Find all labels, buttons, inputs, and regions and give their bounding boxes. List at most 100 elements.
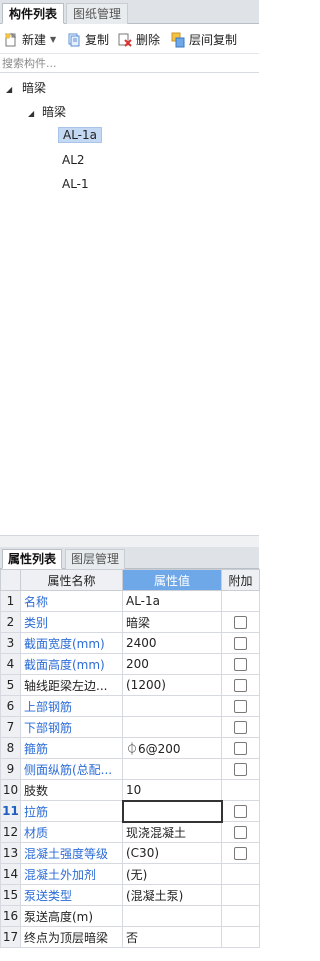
tab-drawing-management[interactable]: 图纸管理 <box>66 3 129 24</box>
delete-button[interactable]: 删除 <box>117 30 160 50</box>
additional-cell <box>221 674 260 696</box>
row-index: 2 <box>0 611 21 633</box>
tree-node-root[interactable]: ◢ 暗梁 <box>6 78 46 98</box>
floor-copy-icon <box>171 32 185 48</box>
property-value[interactable]: (C30) <box>122 842 222 864</box>
table-row[interactable]: 14 混凝土外加剂 (无) <box>0 863 260 885</box>
tree-leaf-item[interactable]: AL-1 <box>58 174 93 194</box>
table-row[interactable]: 16 泵送高度(m) <box>0 905 260 927</box>
additional-checkbox[interactable] <box>234 805 248 818</box>
property-value[interactable] <box>122 695 222 717</box>
property-value[interactable]: 2400 <box>122 632 222 654</box>
expand-arrow-icon[interactable]: ◢ <box>6 80 18 100</box>
row-index: 12 <box>0 821 21 843</box>
table-row[interactable]: 11 拉筋 <box>0 799 260 823</box>
property-name: 箍筋 <box>20 737 123 759</box>
copy-label: 复制 <box>85 33 110 47</box>
property-name: 泵送高度(m) <box>20 905 123 927</box>
property-value[interactable]: (混凝土泵) <box>122 884 222 906</box>
additional-cell <box>221 863 260 885</box>
table-row[interactable]: 6 上部钢筋 <box>0 695 260 717</box>
additional-checkbox[interactable] <box>234 826 247 839</box>
table-row[interactable]: 8 箍筋 ⏀6@200 <box>0 737 260 759</box>
property-name: 肢数 <box>20 779 123 801</box>
property-name: 材质 <box>20 821 123 843</box>
tab-component-list[interactable]: 构件列表 <box>2 3 65 24</box>
property-value[interactable]: AL-1a <box>122 590 222 612</box>
expand-arrow-icon[interactable]: ◢ <box>28 104 40 124</box>
property-value[interactable]: 否 <box>122 926 222 948</box>
panel-splitter[interactable] <box>0 535 259 547</box>
tree-leaf-label: AL-1a <box>58 127 103 143</box>
property-name: 截面宽度(mm) <box>20 632 123 654</box>
header-property-value[interactable]: 属性值 <box>122 569 222 591</box>
additional-checkbox[interactable] <box>234 847 247 860</box>
property-value[interactable]: 现浇混凝土 <box>122 821 222 843</box>
property-name: 类别 <box>20 611 123 633</box>
property-name: 混凝土外加剂 <box>20 863 123 885</box>
property-table: 属性名称 属性值 附加 1 名称 AL-1a 2 类别 暗梁 3 截面宽度(mm) 2400 4 截… <box>0 569 260 948</box>
additional-checkbox[interactable] <box>234 616 247 629</box>
property-value[interactable]: ⏀6@200 <box>122 737 222 759</box>
tree-leaf-item[interactable]: AL-1a <box>58 125 103 145</box>
header-property-name[interactable]: 属性名称 <box>20 569 123 591</box>
table-row[interactable]: 2 类别 暗梁 <box>0 611 260 633</box>
table-row[interactable]: 1 名称 AL-1a <box>0 590 260 612</box>
property-name: 泵送类型 <box>20 884 123 906</box>
additional-checkbox[interactable] <box>234 658 247 671</box>
property-name: 终点为顶层暗梁 <box>20 926 123 948</box>
table-row[interactable]: 13 混凝土强度等级 (C30) <box>0 842 260 864</box>
table-row[interactable]: 9 侧面纵筋(总配... <box>0 758 260 780</box>
additional-cell <box>221 884 260 906</box>
table-row[interactable]: 4 截面高度(mm) 200 <box>0 653 260 675</box>
floor-copy-button[interactable]: 层间复制 <box>170 30 237 50</box>
property-value[interactable] <box>122 758 222 780</box>
new-button[interactable]: 新建 ▼ <box>3 30 56 50</box>
row-index: 14 <box>0 863 21 885</box>
additional-cell <box>221 842 260 864</box>
table-row[interactable]: 12 材质 现浇混凝土 <box>0 821 260 843</box>
header-additional[interactable]: 附加 <box>221 569 260 591</box>
row-index: 11 <box>0 800 21 822</box>
property-value[interactable]: (1200) <box>122 674 222 696</box>
tree-node-child[interactable]: ◢ 暗梁 <box>28 102 66 122</box>
new-icon <box>5 32 17 47</box>
row-index: 8 <box>0 737 21 759</box>
table-row[interactable]: 15 泵送类型 (混凝土泵) <box>0 884 260 906</box>
additional-checkbox[interactable] <box>234 679 247 692</box>
tree-leaf-label: AL2 <box>62 153 85 167</box>
property-value[interactable] <box>122 716 222 738</box>
property-value[interactable] <box>121 799 223 823</box>
table-row[interactable]: 17 终点为顶层暗梁否 <box>0 926 260 948</box>
tree-leaf-item[interactable]: AL2 <box>58 150 89 170</box>
property-name: 名称 <box>20 590 123 612</box>
copy-button[interactable]: 复制 <box>66 30 109 50</box>
table-row[interactable]: 5 轴线距梁左边... (1200) <box>0 674 260 696</box>
additional-checkbox[interactable] <box>234 700 247 713</box>
tab-property-list[interactable]: 属性列表 <box>2 549 63 569</box>
property-tabbar: 属性列表 图层管理 <box>0 547 259 569</box>
additional-cell <box>221 905 260 927</box>
property-value[interactable]: (无) <box>122 863 222 885</box>
additional-checkbox[interactable] <box>234 721 247 734</box>
chevron-down-icon[interactable]: ▼ <box>50 30 56 50</box>
header-index <box>0 569 21 591</box>
property-value[interactable]: 10 <box>122 779 222 801</box>
search-input[interactable] <box>0 55 259 73</box>
row-index: 15 <box>0 884 21 906</box>
property-value[interactable]: 暗梁 <box>122 611 222 633</box>
property-value[interactable]: 200 <box>122 653 222 675</box>
property-value[interactable] <box>122 905 222 927</box>
additional-checkbox[interactable] <box>234 763 247 776</box>
additional-cell <box>221 737 260 759</box>
table-row[interactable]: 3 截面宽度(mm) 2400 <box>0 632 260 654</box>
tab-layer-management[interactable]: 图层管理 <box>65 549 126 569</box>
additional-checkbox[interactable] <box>234 637 247 650</box>
delete-icon <box>118 33 132 47</box>
additional-checkbox[interactable] <box>234 742 247 755</box>
table-row[interactable]: 7 下部钢筋 <box>0 716 260 738</box>
row-index: 17 <box>0 926 21 948</box>
additional-cell <box>221 590 260 612</box>
table-row[interactable]: 10 肢数 10 <box>0 779 260 801</box>
row-index: 10 <box>0 779 21 801</box>
